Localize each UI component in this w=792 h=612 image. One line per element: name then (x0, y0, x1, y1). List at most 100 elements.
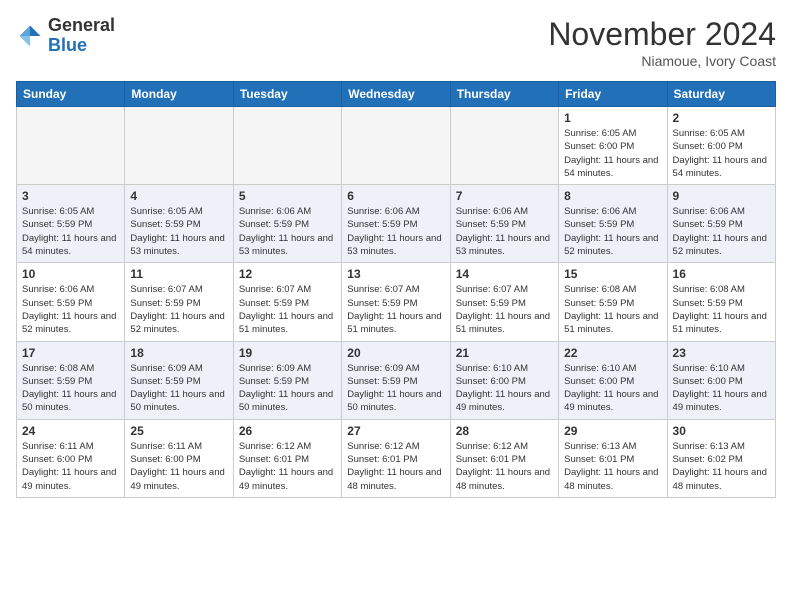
title-block: November 2024 Niamoue, Ivory Coast (548, 16, 776, 69)
day-number: 30 (673, 424, 770, 438)
calendar-cell (342, 107, 450, 185)
day-number: 19 (239, 346, 336, 360)
calendar-cell: 6Sunrise: 6:06 AMSunset: 5:59 PMDaylight… (342, 185, 450, 263)
calendar-cell: 10 Sunrise: 6:06 AMSunset: 5:59 PMDayligh… (17, 263, 125, 341)
calendar-cell: 17 Sunrise: 6:08 AMSunset: 5:59 PMDayligh… (17, 341, 125, 419)
calendar-cell: 25Sunrise: 6:11 AMSunset: 6:00 PMDayligh… (125, 419, 233, 497)
calendar-cell: 12 Sunrise: 6:07 AMSunset: 5:59 PMDayligh… (233, 263, 341, 341)
day-info: Sunrise: 6:07 AMSunset: 5:59 PMDaylight:… (130, 283, 227, 336)
day-number: 14 (456, 267, 553, 281)
day-info: Sunrise: 6:06 AMSunset: 5:59 PMDaylight:… (22, 283, 119, 336)
calendar-cell (233, 107, 341, 185)
page-header: General Blue November 2024 Niamoue, Ivor… (16, 16, 776, 69)
calendar-cell: 19 Sunrise: 6:09 AMSunset: 5:59 PMDayligh… (233, 341, 341, 419)
calendar: SundayMondayTuesdayWednesdayThursdayFrid… (16, 81, 776, 498)
day-number: 10 (22, 267, 119, 281)
month-title: November 2024 (548, 16, 776, 53)
calendar-cell: 7 Sunrise: 6:06 AMSunset: 5:59 PMDaylight… (450, 185, 558, 263)
day-info: Sunrise: 6:11 AMSunset: 6:00 PMDaylight:… (130, 440, 227, 493)
calendar-cell: 15 Sunrise: 6:08 AMSunset: 5:59 PMDayligh… (559, 263, 667, 341)
calendar-cell: 16Sunrise: 6:08 AMSunset: 5:59 PMDayligh… (667, 263, 775, 341)
calendar-week-3: 17 Sunrise: 6:08 AMSunset: 5:59 PMDayligh… (17, 341, 776, 419)
calendar-cell: 9 Sunrise: 6:06 AMSunset: 5:59 PMDaylight… (667, 185, 775, 263)
day-info: Sunrise: 6:06 AMSunset: 5:59 PMDaylight:… (347, 205, 444, 258)
calendar-cell: 1 Sunrise: 6:05 AMSunset: 6:00 PMDaylight… (559, 107, 667, 185)
calendar-cell: 22 Sunrise: 6:10 AMSunset: 6:00 PMDayligh… (559, 341, 667, 419)
day-info: Sunrise: 6:09 AMSunset: 5:59 PMDaylight:… (130, 362, 227, 415)
day-number: 15 (564, 267, 661, 281)
calendar-cell (17, 107, 125, 185)
calendar-cell: 4Sunrise: 6:05 AMSunset: 5:59 PMDaylight… (125, 185, 233, 263)
day-number: 28 (456, 424, 553, 438)
calendar-cell: 18 Sunrise: 6:09 AMSunset: 5:59 PMDayligh… (125, 341, 233, 419)
day-number: 23 (673, 346, 770, 360)
calendar-week-4: 24 Sunrise: 6:11 AMSunset: 6:00 PMDayligh… (17, 419, 776, 497)
day-number: 2 (673, 111, 770, 125)
day-info: Sunrise: 6:06 AMSunset: 5:59 PMDaylight:… (564, 205, 661, 258)
day-info: Sunrise: 6:12 AMSunset: 6:01 PMDaylight:… (456, 440, 553, 493)
day-info: Sunrise: 6:07 AMSunset: 5:59 PMDaylight:… (347, 283, 444, 336)
day-info: Sunrise: 6:08 AMSunset: 5:59 PMDaylight:… (564, 283, 661, 336)
day-info: Sunrise: 6:11 AMSunset: 6:00 PMDaylight:… (22, 440, 119, 493)
day-info: Sunrise: 6:07 AMSunset: 5:59 PMDaylight:… (239, 283, 336, 336)
calendar-cell: 21 Sunrise: 6:10 AMSunset: 6:00 PMDayligh… (450, 341, 558, 419)
calendar-cell: 24 Sunrise: 6:11 AMSunset: 6:00 PMDayligh… (17, 419, 125, 497)
day-number: 1 (564, 111, 661, 125)
calendar-cell: 5 Sunrise: 6:06 AMSunset: 5:59 PMDaylight… (233, 185, 341, 263)
day-number: 9 (673, 189, 770, 203)
day-info: Sunrise: 6:10 AMSunset: 6:00 PMDaylight:… (564, 362, 661, 415)
day-info: Sunrise: 6:05 AMSunset: 6:00 PMDaylight:… (564, 127, 661, 180)
day-number: 8 (564, 189, 661, 203)
day-info: Sunrise: 6:12 AMSunset: 6:01 PMDaylight:… (239, 440, 336, 493)
weekday-header-thursday: Thursday (450, 82, 558, 107)
calendar-cell: 27 Sunrise: 6:12 AMSunset: 6:01 PMDayligh… (342, 419, 450, 497)
calendar-cell: 8 Sunrise: 6:06 AMSunset: 5:59 PMDaylight… (559, 185, 667, 263)
day-info: Sunrise: 6:06 AMSunset: 5:59 PMDaylight:… (673, 205, 770, 258)
day-number: 5 (239, 189, 336, 203)
day-number: 12 (239, 267, 336, 281)
day-info: Sunrise: 6:13 AMSunset: 6:02 PMDaylight:… (673, 440, 770, 493)
calendar-cell: 28 Sunrise: 6:12 AMSunset: 6:01 PMDayligh… (450, 419, 558, 497)
weekday-header-wednesday: Wednesday (342, 82, 450, 107)
day-info: Sunrise: 6:08 AMSunset: 5:59 PMDaylight:… (673, 283, 770, 336)
day-info: Sunrise: 6:10 AMSunset: 6:00 PMDaylight:… (456, 362, 553, 415)
day-info: Sunrise: 6:10 AMSunset: 6:00 PMDaylight:… (673, 362, 770, 415)
calendar-cell: 26 Sunrise: 6:12 AMSunset: 6:01 PMDayligh… (233, 419, 341, 497)
location: Niamoue, Ivory Coast (548, 53, 776, 69)
calendar-week-2: 10 Sunrise: 6:06 AMSunset: 5:59 PMDayligh… (17, 263, 776, 341)
day-number: 24 (22, 424, 119, 438)
day-info: Sunrise: 6:08 AMSunset: 5:59 PMDaylight:… (22, 362, 119, 415)
day-info: Sunrise: 6:06 AMSunset: 5:59 PMDaylight:… (456, 205, 553, 258)
logo: General Blue (16, 16, 115, 56)
day-number: 17 (22, 346, 119, 360)
day-info: Sunrise: 6:09 AMSunset: 5:59 PMDaylight:… (347, 362, 444, 415)
day-number: 21 (456, 346, 553, 360)
calendar-week-1: 3 Sunrise: 6:05 AMSunset: 5:59 PMDaylight… (17, 185, 776, 263)
day-info: Sunrise: 6:09 AMSunset: 5:59 PMDaylight:… (239, 362, 336, 415)
day-info: Sunrise: 6:07 AMSunset: 5:59 PMDaylight:… (456, 283, 553, 336)
day-number: 3 (22, 189, 119, 203)
day-number: 22 (564, 346, 661, 360)
calendar-cell: 2Sunrise: 6:05 AMSunset: 6:00 PMDaylight… (667, 107, 775, 185)
calendar-week-0: 1 Sunrise: 6:05 AMSunset: 6:00 PMDaylight… (17, 107, 776, 185)
day-info: Sunrise: 6:05 AMSunset: 5:59 PMDaylight:… (130, 205, 227, 258)
day-number: 29 (564, 424, 661, 438)
calendar-cell: 3 Sunrise: 6:05 AMSunset: 5:59 PMDaylight… (17, 185, 125, 263)
day-number: 18 (130, 346, 227, 360)
calendar-cell: 23 Sunrise: 6:10 AMSunset: 6:00 PMDayligh… (667, 341, 775, 419)
logo-text: General Blue (48, 16, 115, 56)
calendar-cell: 29Sunrise: 6:13 AMSunset: 6:01 PMDayligh… (559, 419, 667, 497)
day-number: 26 (239, 424, 336, 438)
day-number: 13 (347, 267, 444, 281)
weekday-header-sunday: Sunday (17, 82, 125, 107)
day-number: 7 (456, 189, 553, 203)
day-number: 20 (347, 346, 444, 360)
day-info: Sunrise: 6:06 AMSunset: 5:59 PMDaylight:… (239, 205, 336, 258)
day-number: 27 (347, 424, 444, 438)
day-info: Sunrise: 6:05 AMSunset: 5:59 PMDaylight:… (22, 205, 119, 258)
weekday-header-friday: Friday (559, 82, 667, 107)
day-number: 11 (130, 267, 227, 281)
calendar-cell: 13 Sunrise: 6:07 AMSunset: 5:59 PMDayligh… (342, 263, 450, 341)
calendar-cell: 11 Sunrise: 6:07 AMSunset: 5:59 PMDayligh… (125, 263, 233, 341)
day-info: Sunrise: 6:12 AMSunset: 6:01 PMDaylight:… (347, 440, 444, 493)
